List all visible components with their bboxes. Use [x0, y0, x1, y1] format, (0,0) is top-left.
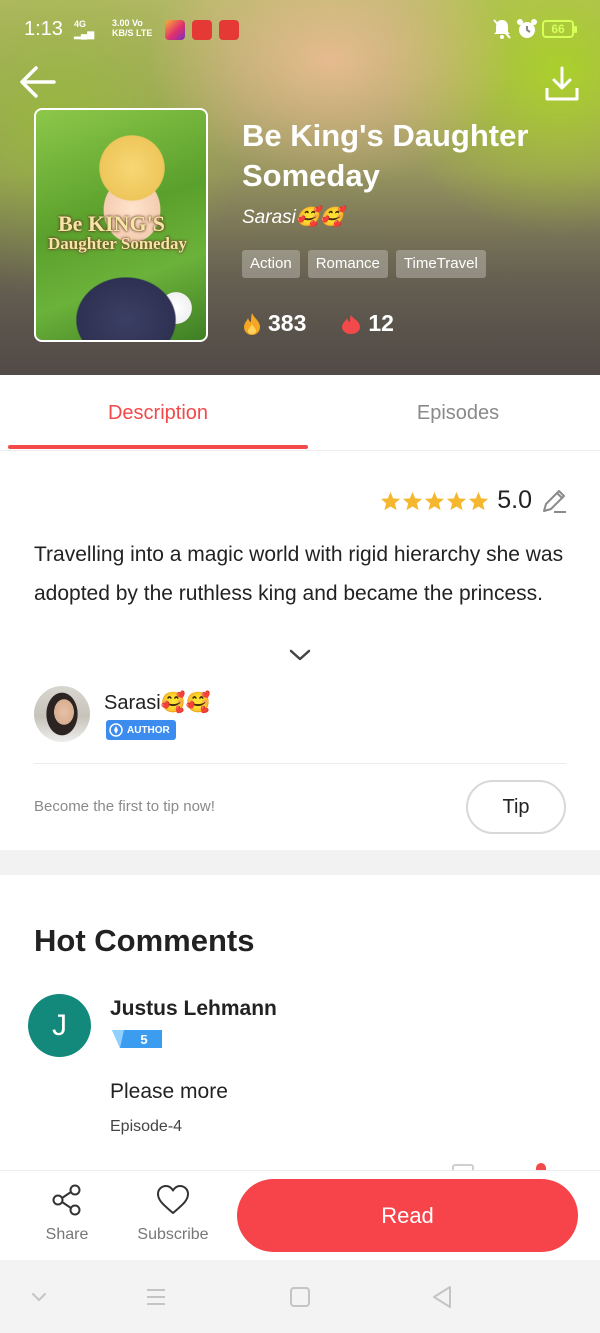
rating-stars: [380, 491, 489, 511]
book-header: 1:13 4G ▂▄▆ 3.00 Vo KB/S LTE 66 Be KING'…: [0, 0, 600, 375]
fire-icon: [244, 312, 260, 335]
edit-pencil-icon[interactable]: [540, 487, 568, 515]
flame-heart-icon: [342, 314, 361, 334]
status-time: 1:13: [24, 18, 63, 40]
comment-avatar[interactable]: J: [28, 994, 91, 1057]
popularity-count: 383: [268, 310, 307, 336]
comment-text: Please more: [110, 1080, 228, 1103]
likes-stat: 12: [340, 310, 394, 337]
tab-episodes[interactable]: Episodes: [308, 375, 600, 451]
tip-button[interactable]: Tip: [466, 780, 566, 834]
book-author[interactable]: Sarasi🥰🥰: [242, 205, 343, 229]
likes-count: 12: [368, 310, 394, 336]
download-icon[interactable]: [542, 64, 582, 104]
author-avatar[interactable]: [34, 686, 90, 742]
back-icon[interactable]: [430, 1284, 456, 1310]
cover-title-art: Be KING'S Daughter Someday: [48, 211, 206, 254]
author-name[interactable]: Sarasi🥰🥰: [104, 690, 211, 715]
network-indicator: 4G ▂▄▆: [74, 19, 94, 39]
read-button[interactable]: Read: [237, 1179, 578, 1252]
instagram-notification-icon: [165, 20, 185, 40]
tag-romance[interactable]: Romance: [307, 250, 388, 278]
user-level-value: 5: [140, 1032, 147, 1047]
section-divider: [0, 850, 600, 875]
book-title: Be King's Daughter Someday: [242, 118, 529, 193]
tag-action[interactable]: Action: [242, 250, 300, 278]
heart-icon: [157, 1185, 189, 1214]
carrier-line2: LTE: [136, 28, 153, 38]
subscribe-button[interactable]: Subscribe: [128, 1183, 218, 1244]
author-badge: AUTHOR: [106, 720, 176, 740]
divider: [34, 763, 566, 764]
tip-prompt: Become the first to tip now!: [34, 798, 215, 815]
star-icon: [447, 491, 467, 510]
rating-value: 5.0: [497, 486, 532, 514]
back-arrow-icon[interactable]: [18, 62, 58, 102]
speed-value: 3.00: [112, 18, 130, 28]
star-icon: [469, 491, 489, 510]
share-icon: [52, 1184, 81, 1216]
star-icon: [381, 491, 401, 510]
cover-title-line1: Be KING'S: [58, 211, 165, 236]
subscribe-label: Subscribe: [137, 1226, 209, 1243]
network-speed: 3.00 Vo KB/S LTE: [112, 18, 152, 38]
tag-timetravel[interactable]: TimeTravel: [395, 250, 486, 278]
book-rating: 5.0: [380, 486, 568, 515]
tab-description[interactable]: Description: [8, 375, 308, 451]
game-notification-icon: [219, 20, 239, 40]
star-icon: [425, 491, 445, 510]
carrier-line1: Vo: [132, 18, 143, 28]
alarm-icon: [517, 19, 537, 38]
share-button[interactable]: Share: [22, 1183, 112, 1244]
manga-app-notification-icon: [192, 20, 212, 40]
mute-icon: [493, 19, 511, 39]
genre-tags: Action Romance TimeTravel: [242, 250, 486, 278]
battery-indicator: 66: [542, 20, 577, 38]
chevron-down-icon[interactable]: [26, 1284, 52, 1310]
comment-episode[interactable]: Episode-4: [110, 1118, 182, 1136]
system-navigation-bar: [0, 1260, 600, 1333]
menu-icon[interactable]: [143, 1284, 169, 1310]
network-type: 4G: [74, 19, 87, 29]
popularity-stat: 383: [242, 310, 306, 337]
chevron-down-icon[interactable]: [288, 646, 312, 664]
speed-unit: KB/S: [112, 28, 134, 38]
share-label: Share: [45, 1226, 89, 1243]
hot-comments-heading: Hot Comments: [34, 923, 255, 958]
book-stats: 383 12: [242, 310, 394, 337]
cover-title-line2: Daughter Someday: [48, 234, 187, 253]
active-tab-indicator: [8, 445, 308, 449]
bottom-action-bar: Share Subscribe Read: [0, 1170, 600, 1260]
user-level-badge: 5: [112, 1030, 162, 1048]
comment-username[interactable]: Justus Lehmann: [110, 997, 277, 1021]
author-badge-icon: [109, 723, 123, 737]
home-icon[interactable]: [287, 1284, 313, 1310]
star-icon: [403, 491, 423, 510]
book-description: Travelling into a magic world with rigid…: [34, 543, 564, 605]
signal-icon: ▂▄▆: [74, 29, 95, 39]
status-bar: 1:13 4G ▂▄▆ 3.00 Vo KB/S LTE 66: [0, 0, 600, 60]
tab-bar: Description Episodes: [0, 375, 600, 451]
author-badge-label: AUTHOR: [127, 724, 170, 736]
book-cover-image[interactable]: Be KING'S Daughter Someday: [34, 108, 208, 342]
